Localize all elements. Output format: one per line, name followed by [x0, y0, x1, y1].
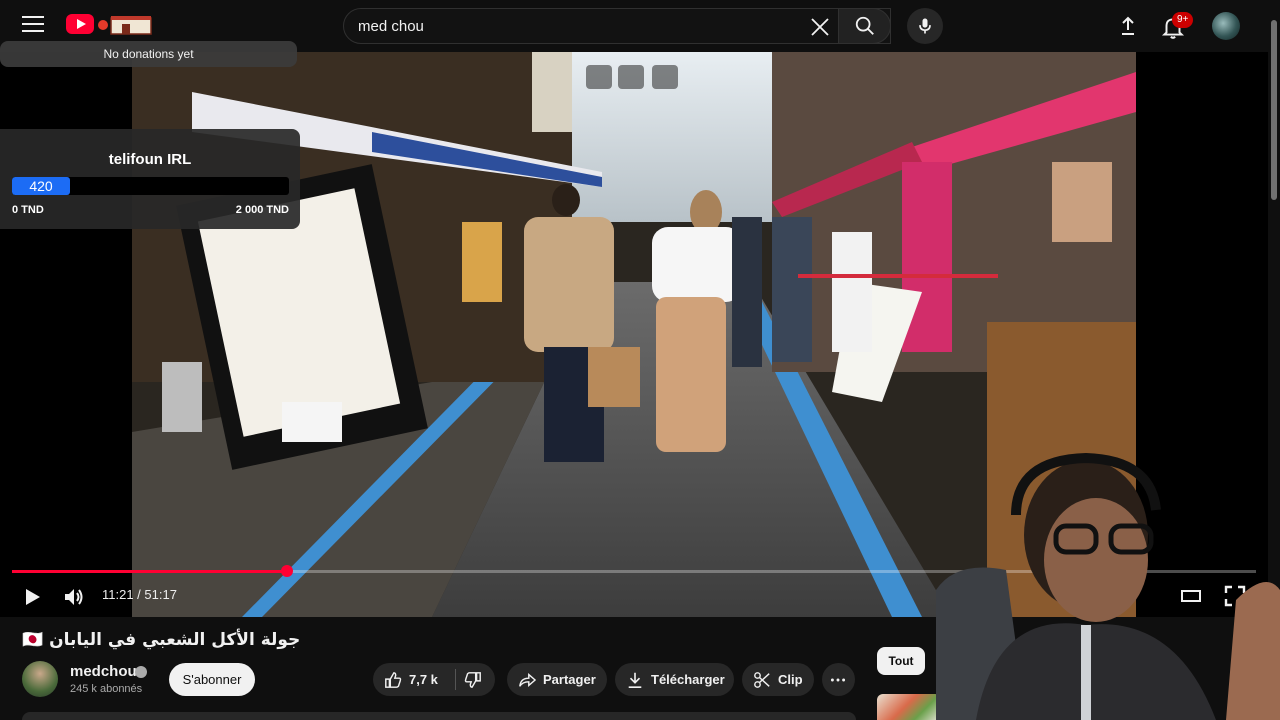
- dislike-icon: [464, 672, 481, 688]
- clip-label: Clip: [778, 672, 803, 687]
- filter-chip-all[interactable]: Tout: [877, 647, 925, 675]
- search-button[interactable]: [838, 8, 891, 44]
- logo-doodle-icon[interactable]: [96, 12, 154, 38]
- download-icon: [628, 672, 642, 689]
- search-input[interactable]: med chou: [358, 18, 424, 35]
- miniplayer-icon[interactable]: [618, 65, 644, 89]
- channel-name[interactable]: medchou: [70, 663, 137, 680]
- seek-bar-played: [12, 570, 288, 573]
- microphone-icon: [919, 18, 931, 34]
- recommended-video-thumbnail[interactable]: [877, 694, 941, 720]
- volume-icon[interactable]: [63, 586, 85, 608]
- video-title: جولة الأكل الشعبي في اليابان 🇯🇵: [22, 630, 301, 650]
- close-icon[interactable]: [810, 17, 830, 37]
- like-count: 7,7 k: [409, 672, 438, 687]
- player-mini-controls: [586, 62, 686, 92]
- donation-goal-widget: telifoun IRL 420 0 TND 2 000 TND: [0, 129, 300, 229]
- channel-avatar[interactable]: [22, 661, 58, 697]
- webcam-overlay: [936, 452, 1280, 720]
- verified-icon: [135, 666, 147, 678]
- upload-icon[interactable]: [1116, 14, 1140, 38]
- like-icon: [385, 672, 402, 688]
- description-box[interactable]: [22, 712, 856, 720]
- download-label: Télécharger: [651, 672, 725, 687]
- goal-current-amount: 420: [29, 178, 53, 194]
- picture-in-picture-icon[interactable]: [586, 65, 612, 89]
- goal-title: telifoun IRL: [108, 151, 192, 168]
- subscribe-button[interactable]: S'abonner: [169, 663, 255, 696]
- notification-badge: 9+: [1172, 12, 1194, 28]
- goal-min-label: 0 TND: [12, 204, 44, 216]
- play-icon[interactable]: [22, 587, 42, 607]
- dislike-button[interactable]: [456, 663, 495, 696]
- share-button[interactable]: Partager: [507, 663, 607, 696]
- time-display: 11:21 / 51:17: [102, 587, 177, 602]
- scrollbar-thumb[interactable]: [1271, 20, 1277, 200]
- next-video-icon[interactable]: [652, 65, 678, 89]
- search-box[interactable]: med chou: [343, 8, 891, 44]
- scissors-icon: [754, 672, 770, 688]
- donation-banner: No donations yet: [0, 41, 297, 67]
- voice-search-button[interactable]: [907, 8, 943, 44]
- download-button[interactable]: Télécharger: [615, 663, 734, 696]
- share-label: Partager: [543, 672, 596, 687]
- clip-button[interactable]: Clip: [742, 663, 814, 696]
- goal-max-label: 2 000 TND: [235, 204, 289, 216]
- more-actions-button[interactable]: [822, 663, 855, 696]
- more-icon: [830, 678, 846, 682]
- account-avatar[interactable]: [1212, 12, 1240, 40]
- share-icon: [519, 673, 536, 687]
- search-icon: [855, 16, 874, 35]
- menu-icon[interactable]: [22, 16, 44, 34]
- subscriber-count: 245 k abonnés: [70, 683, 143, 695]
- youtube-logo-icon[interactable]: [66, 14, 94, 34]
- like-dislike-group: 7,7 k: [373, 663, 495, 696]
- like-button[interactable]: 7,7 k: [373, 663, 455, 696]
